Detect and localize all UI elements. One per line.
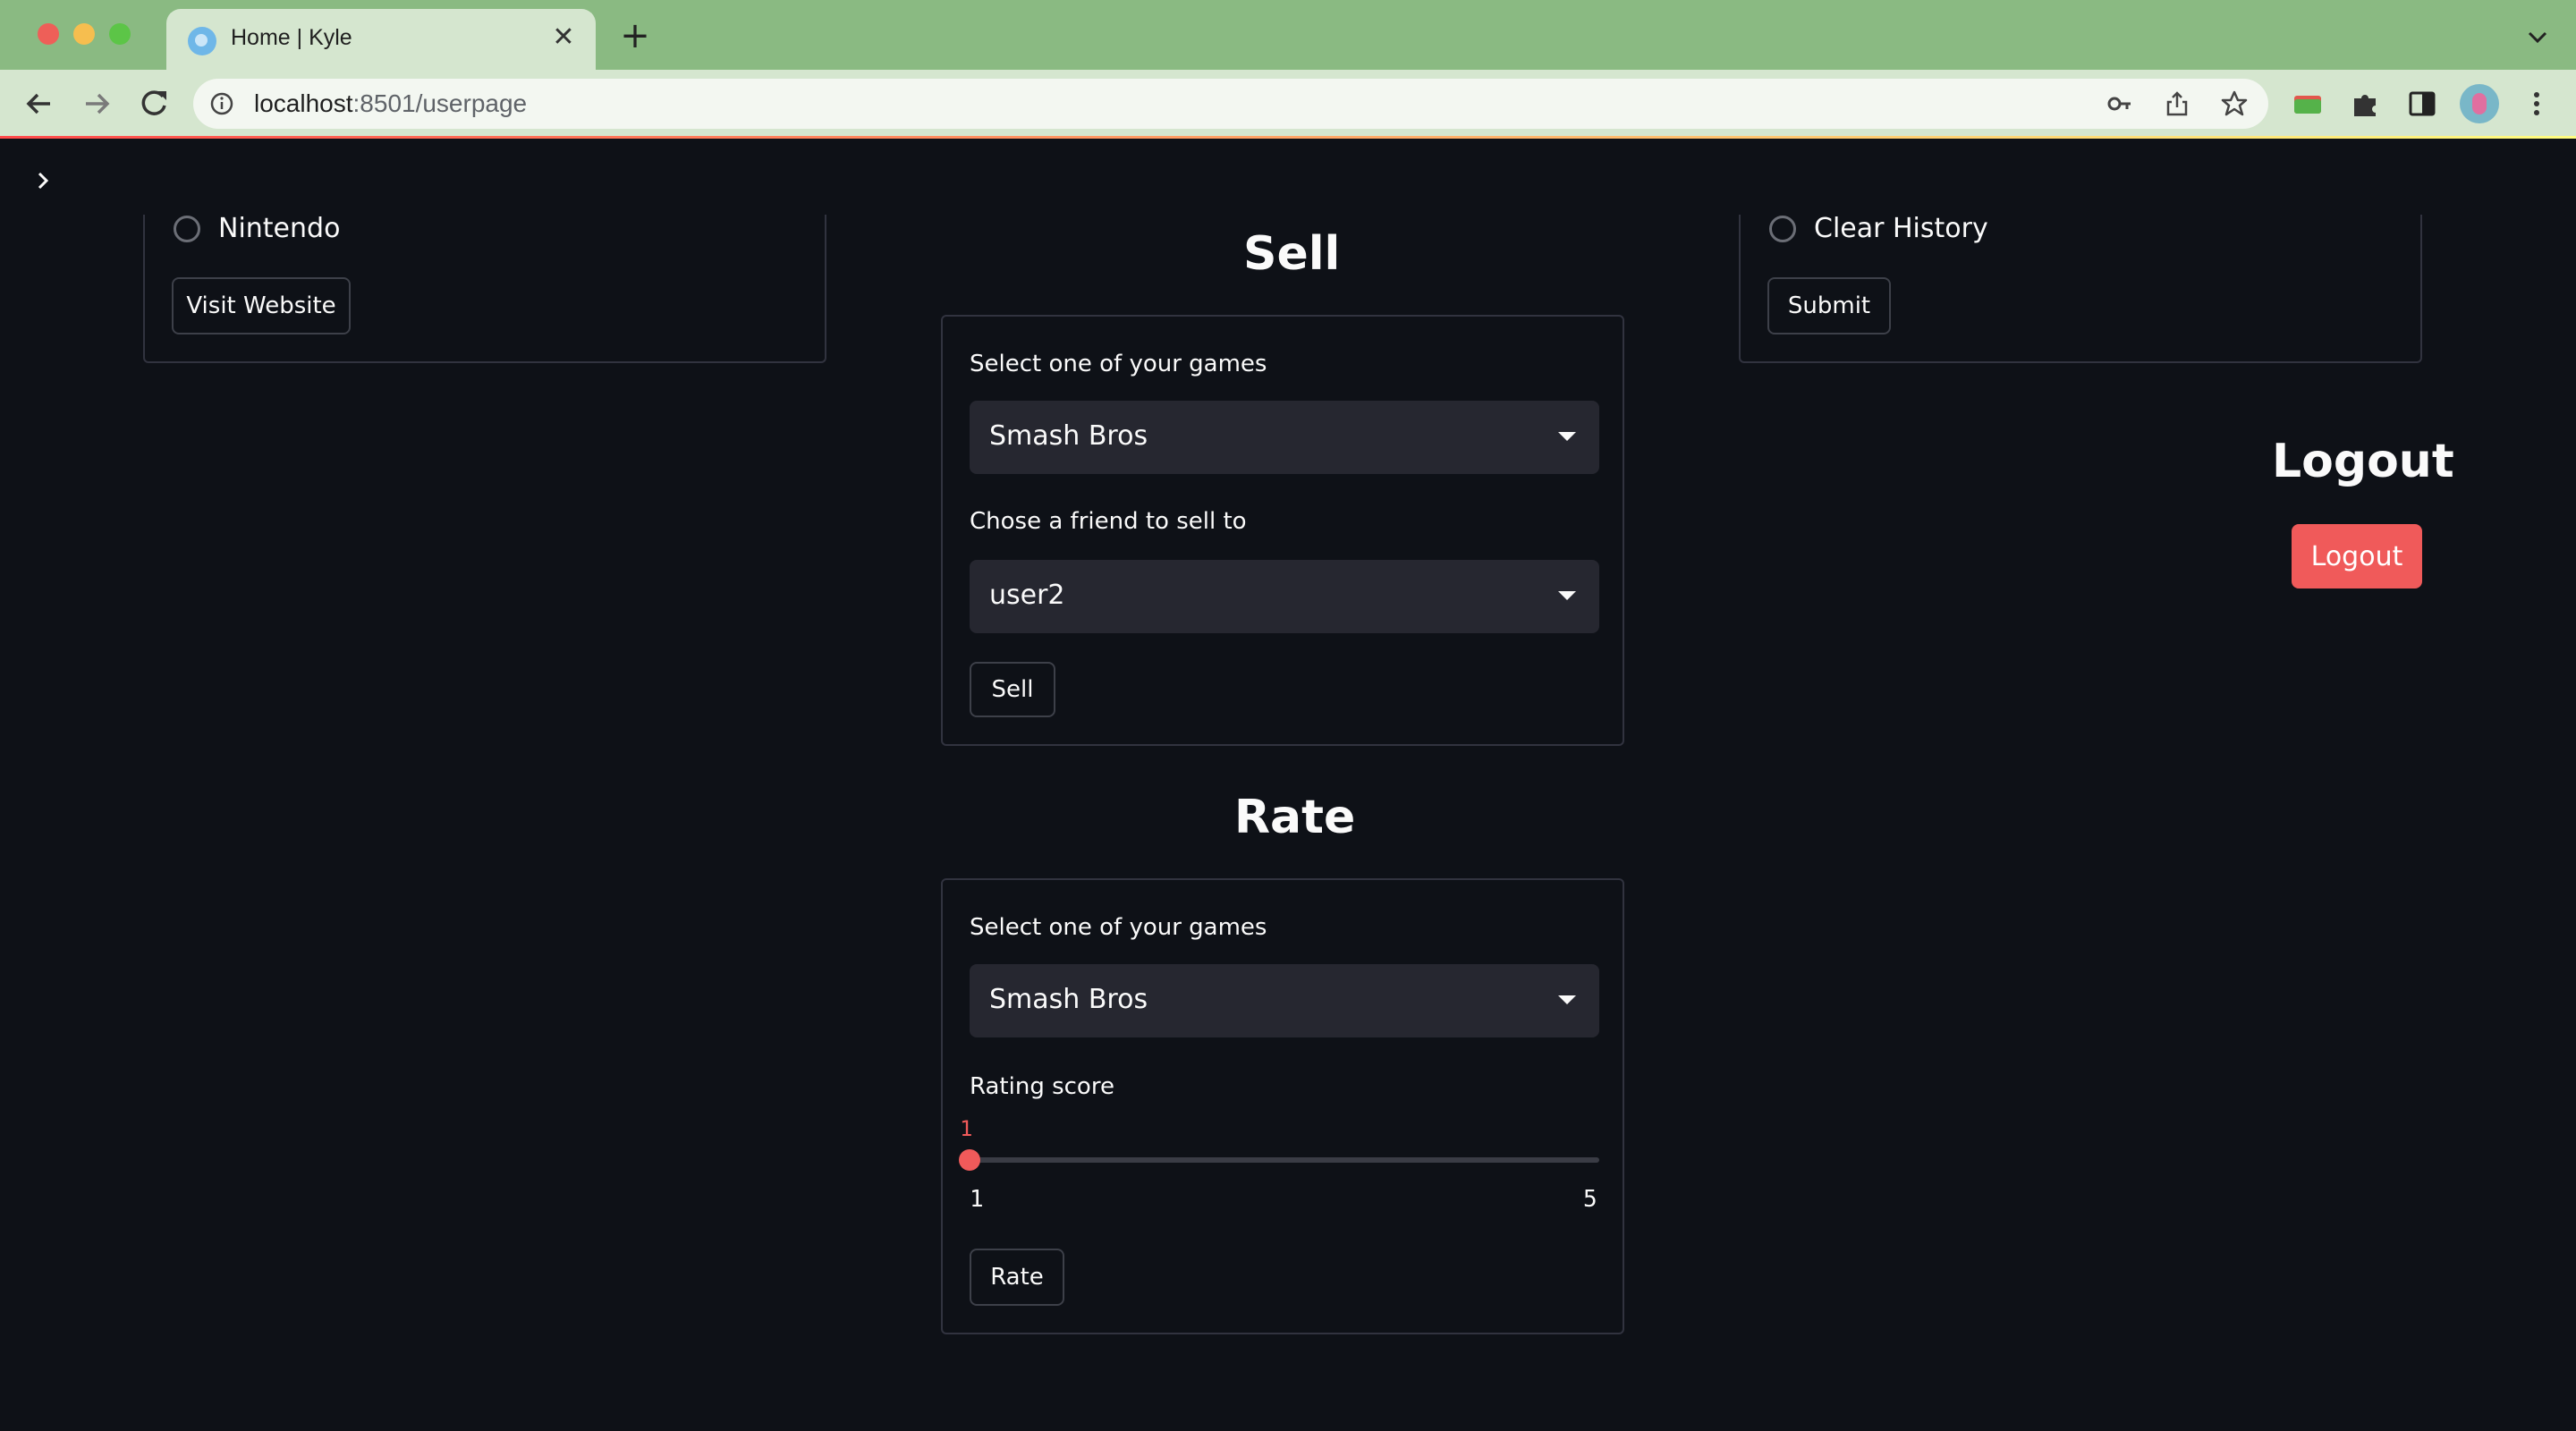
address-bar[interactable]: localhost:8501/userpage bbox=[193, 79, 2268, 129]
share-icon[interactable] bbox=[2163, 89, 2191, 118]
minimize-window-button[interactable] bbox=[73, 23, 95, 45]
select-value: Smash Bros bbox=[989, 984, 1148, 1015]
rate-game-label: Select one of your games bbox=[970, 914, 1267, 941]
tab-search-chevron-down-icon[interactable] bbox=[2524, 23, 2551, 50]
back-arrow-icon[interactable] bbox=[20, 84, 59, 123]
radio-option-clear-history[interactable]: Clear History bbox=[1769, 213, 1988, 244]
new-tab-plus-icon[interactable]: + bbox=[617, 18, 653, 54]
sell-game-select[interactable]: Smash Bros bbox=[970, 401, 1599, 474]
rating-score-label: Rating score bbox=[970, 1073, 1114, 1100]
url-path: :8501/userpage bbox=[352, 89, 528, 117]
rating-slider-current-value: 1 bbox=[960, 1116, 973, 1141]
streamlit-favicon-icon bbox=[188, 27, 216, 55]
rating-slider-thumb[interactable] bbox=[959, 1149, 980, 1171]
dropdown-caret-icon bbox=[1558, 591, 1576, 600]
url-host: localhost bbox=[254, 89, 353, 117]
select-value: user2 bbox=[989, 580, 1065, 611]
rating-slider-max-label: 5 bbox=[1583, 1186, 1597, 1213]
sell-friend-select[interactable]: user2 bbox=[970, 560, 1599, 633]
rate-game-select[interactable]: Smash Bros bbox=[970, 964, 1599, 1037]
radio-label: Nintendo bbox=[218, 213, 341, 244]
logout-button[interactable]: Logout bbox=[2292, 524, 2422, 588]
url-text: localhost:8501/userpage bbox=[254, 89, 527, 118]
side-panel-icon[interactable] bbox=[2406, 88, 2438, 120]
browser-tab-active[interactable]: Home | Kyle ✕ bbox=[166, 9, 596, 70]
visit-website-button[interactable]: Visit Website bbox=[172, 277, 351, 334]
dropdown-caret-icon bbox=[1558, 995, 1576, 1004]
browser-toolbar: localhost:8501/userpage bbox=[0, 70, 2576, 138]
dropdown-caret-icon bbox=[1558, 432, 1576, 441]
reload-icon[interactable] bbox=[134, 84, 174, 123]
sell-heading: Sell bbox=[1243, 227, 1341, 281]
tab-title: Home | Kyle bbox=[231, 25, 352, 50]
profile-avatar[interactable] bbox=[2460, 84, 2499, 123]
radio-label: Clear History bbox=[1814, 213, 1988, 244]
maximize-window-button[interactable] bbox=[109, 23, 131, 45]
radio-circle[interactable] bbox=[1769, 215, 1796, 242]
rate-button[interactable]: Rate bbox=[970, 1249, 1064, 1306]
site-info-icon[interactable] bbox=[209, 91, 234, 116]
close-window-button[interactable] bbox=[38, 23, 59, 45]
sell-button[interactable]: Sell bbox=[970, 662, 1055, 717]
browser-menu-kebab-icon[interactable] bbox=[2521, 88, 2553, 120]
extensions-puzzle-icon[interactable] bbox=[2349, 88, 2381, 120]
forward-arrow-icon[interactable] bbox=[77, 84, 116, 123]
sidebar-expand-chevron-icon[interactable] bbox=[30, 168, 55, 193]
rating-slider-track[interactable] bbox=[970, 1157, 1599, 1163]
select-value: Smash Bros bbox=[989, 420, 1148, 452]
radio-option-nintendo[interactable]: Nintendo bbox=[174, 213, 340, 244]
password-key-icon[interactable] bbox=[2106, 89, 2134, 118]
extension-folder-icon[interactable] bbox=[2292, 88, 2324, 120]
sell-friend-label: Chose a friend to sell to bbox=[970, 508, 1247, 535]
bookmark-star-icon[interactable] bbox=[2220, 89, 2249, 118]
sell-game-label: Select one of your games bbox=[970, 351, 1267, 377]
rating-slider-min-label: 1 bbox=[970, 1186, 984, 1213]
rate-heading: Rate bbox=[1234, 791, 1356, 844]
app-top-decoration bbox=[0, 136, 2576, 139]
tab-close-icon[interactable]: ✕ bbox=[547, 21, 580, 54]
logout-heading: Logout bbox=[2272, 435, 2454, 488]
submit-button[interactable]: Submit bbox=[1767, 277, 1891, 334]
radio-circle[interactable] bbox=[174, 215, 200, 242]
browser-tab-bar: Home | Kyle ✕ + bbox=[0, 0, 2576, 70]
